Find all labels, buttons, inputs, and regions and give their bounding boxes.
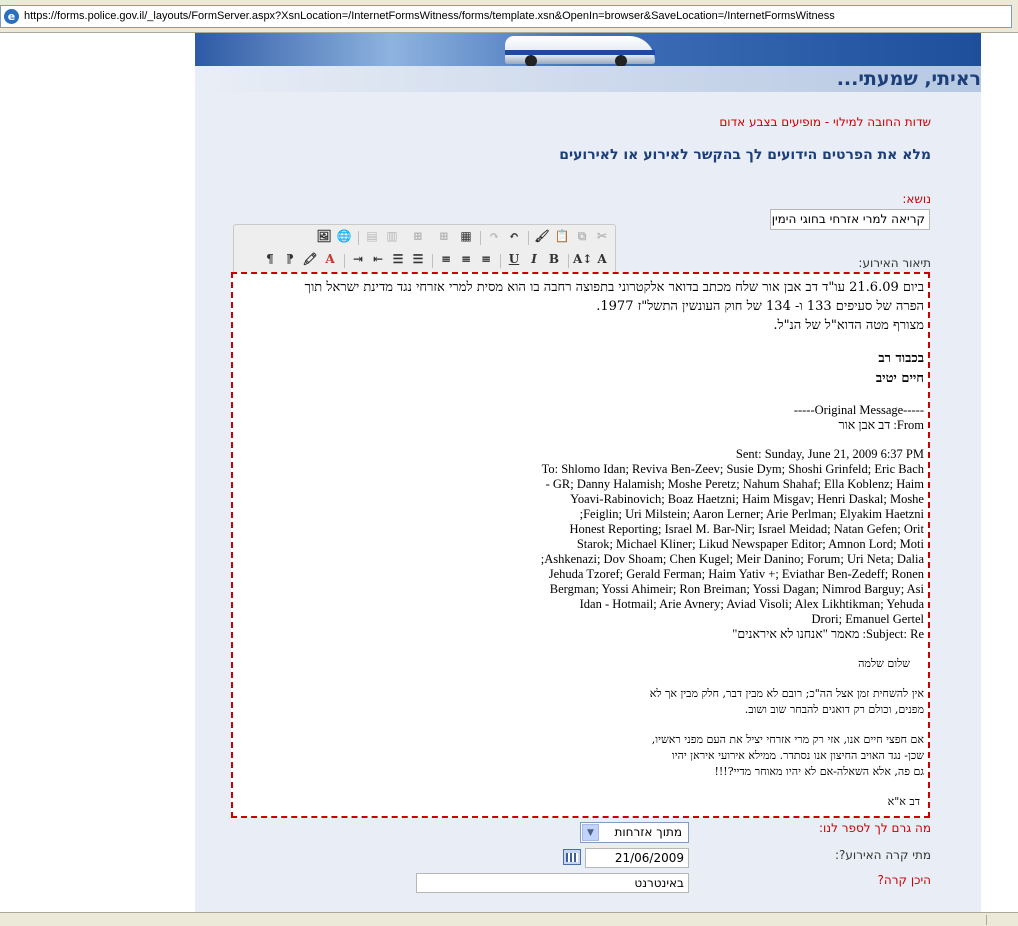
to-line: Bergman; Yossi Ahimeir; Ron Breiman; Yos… <box>549 582 924 596</box>
redo-icon[interactable]: ↷ <box>485 227 503 245</box>
date-input[interactable]: 21/06/2009 <box>585 848 689 868</box>
editor-paragraph: מצורף מטה הדוא"ל של הנ"ל. <box>773 318 924 333</box>
url-text[interactable]: https://forms.police.gov.il/_layouts/For… <box>24 10 835 22</box>
to-line: To: Shlomo Idan; Reviva Ben-Zeev; Susie … <box>541 462 924 476</box>
closing-line: דב א"א <box>887 795 920 808</box>
align-center-icon[interactable]: ≡ <box>457 250 475 268</box>
insert-picture-icon[interactable]: 🖼 <box>315 227 333 245</box>
align-right-icon[interactable]: ≡ <box>437 250 455 268</box>
form-page: ראיתי, שמעתי... שדות החובה למילוי - מופי… <box>195 33 981 913</box>
cut-icon[interactable]: ✂ <box>593 227 611 245</box>
reason-select[interactable]: מתוך אזרחות ▼ <box>580 822 689 843</box>
subject-line: Subject: Re: מאמר "אנחנו לא איראנים" <box>732 627 924 641</box>
car-wheel-icon <box>615 55 627 66</box>
status-bar <box>0 912 1018 926</box>
resize-grip[interactable] <box>986 915 1016 925</box>
font-size-icon[interactable]: A <box>593 250 611 268</box>
ie-page-icon: e <box>4 9 19 24</box>
font-color-icon[interactable]: A <box>321 250 339 268</box>
to-line: Jehuda Tzoref; Gerald Ferman; Haim Yativ… <box>548 567 924 581</box>
reason-value: מתוך אזרחות <box>614 825 682 839</box>
numbered-list-icon[interactable]: ☰ <box>409 250 427 268</box>
format-painter-icon[interactable]: 🖌 <box>533 227 551 245</box>
insert-row-icon[interactable]: ⊞ <box>435 227 453 245</box>
to-line: GR; Danny Halamish; Moshe Peretz; Nahum … <box>545 477 924 491</box>
when-label: מתי קרה האירוע?: <box>835 848 931 862</box>
editor-paragraph: הפרה של סעיפים 133 ו- 134 של חוק העונשין… <box>596 299 924 314</box>
toolbar-separator <box>568 254 569 268</box>
chevron-down-icon[interactable]: ▼ <box>582 824 599 841</box>
toolbar-separator <box>358 231 359 245</box>
to-line: Starok; Michael Kliner; Likud Newspaper … <box>576 537 924 551</box>
toolbar-separator <box>528 231 529 245</box>
original-message-header: -----Original Message----- <box>793 403 924 417</box>
where-label: היכן קרה? <box>877 873 931 887</box>
from-line: From: דב אבן אור <box>838 418 924 432</box>
body-line: מפנים, וכולם רק דואגים להבחר שוב ושוב. <box>744 703 924 716</box>
reason-label: מה גרם לך לספר לנו: <box>818 821 931 835</box>
sent-line: Sent: Sunday, June 21, 2009 6:37 PM <box>735 447 924 461</box>
decrease-indent-icon[interactable]: ⇤ <box>369 250 387 268</box>
required-fields-note: שדות החובה למילוי - מופיעים בצבע אדום <box>719 115 931 129</box>
toolbar-separator <box>344 254 345 268</box>
undo-icon[interactable]: ↶ <box>505 227 523 245</box>
copy-icon[interactable]: ⧉ <box>573 227 591 245</box>
insert-table-icon[interactable]: ▦ <box>457 227 475 245</box>
editor-content: ביום 21.6.09 עו"ד דב אבן אור שלח מכתב בד… <box>236 278 924 810</box>
hyperlink-icon[interactable]: 🌐 <box>335 227 353 245</box>
description-label: תיאור האירוע: <box>858 256 931 270</box>
subject-input[interactable]: קריאה למרי אזרחי בחוגי הימין <box>770 209 930 230</box>
toolbar-separator <box>500 254 501 268</box>
grow-font-icon[interactable]: A↕ <box>573 250 592 268</box>
where-input[interactable]: באינטרנט <box>416 873 689 893</box>
paste-icon[interactable]: 📋 <box>553 227 571 245</box>
table-properties-icon[interactable]: ▥ <box>383 227 401 245</box>
editor-toolbar: ✂ ⧉ 📋 🖌 ↶ ↷ ▦ ⊞ ⊞ ▥ ▤ 🌐 🖼 A A↕ B I U ≡ ≡… <box>233 224 616 274</box>
ltr-direction-icon[interactable]: ⁋ <box>281 250 299 268</box>
to-line: Feiglin; Uri Milstein; Aaron Lerner; Ari… <box>579 507 924 521</box>
highlight-icon[interactable]: 🖍 <box>301 250 319 268</box>
to-line: Drori; Emanuel Gertel <box>811 612 924 626</box>
page-title: ראיתי, שמעתי... <box>836 68 981 90</box>
increase-indent-icon[interactable]: ⇥ <box>349 250 367 268</box>
calendar-icon[interactable] <box>563 849 581 865</box>
url-field[interactable]: e https://forms.police.gov.il/_layouts/F… <box>0 5 1012 28</box>
bulleted-list-icon[interactable]: ☰ <box>389 250 407 268</box>
toolbar-separator <box>432 254 433 268</box>
body-line: שכן- נגד האויב החיצון אנו נסתדר. ממילא א… <box>671 749 924 762</box>
bold-icon[interactable]: B <box>545 250 563 268</box>
title-bar: ראיתי, שמעתי... <box>195 66 981 92</box>
description-editor[interactable]: ביום 21.6.09 עו"ד דב אבן אור שלח מכתב בד… <box>231 272 930 818</box>
to-line: Idan - Hotmail; Arie Avnery; Aviad Visol… <box>579 597 924 611</box>
body-line: אין להשחית זמן אצל הה"כ; רובם לא מבין דב… <box>649 687 924 700</box>
insert-column-icon[interactable]: ⊞ <box>409 227 427 245</box>
signature-line: בכבוד רב <box>878 351 924 366</box>
address-bar: e https://forms.police.gov.il/_layouts/F… <box>0 0 1018 33</box>
underline-icon[interactable]: U <box>505 250 523 268</box>
signature-name: חיים יטיב <box>875 371 924 386</box>
car-wheel-icon <box>525 55 537 66</box>
rtl-direction-icon[interactable]: ¶ <box>261 250 279 268</box>
to-line: Yoavi-Rabinovich; Boaz Haetzni; Haim Mis… <box>570 492 924 506</box>
form-instruction: מלא את הפרטים הידועים לך בהקשר לאירוע או… <box>559 147 931 163</box>
greeting-line: שלום שלמה <box>858 657 910 670</box>
body-line: אם חפצי חיים אנו, אזי רק מרי אזרחי יציל … <box>651 733 924 746</box>
align-left-icon[interactable]: ≡ <box>477 250 495 268</box>
editor-paragraph: ביום 21.6.09 עו"ד דב אבן אור שלח מכתב בד… <box>304 280 924 295</box>
toolbar-separator <box>480 231 481 245</box>
merge-cells-icon[interactable]: ▤ <box>363 227 381 245</box>
subject-label: נושא: <box>902 192 931 206</box>
italic-icon[interactable]: I <box>525 250 543 268</box>
to-line: Honest Reporting; Israel M. Bar-Nir; Isr… <box>569 522 924 536</box>
to-line: Ashkenazi; Dov Shoam; Chen Kugel; Meir D… <box>540 552 924 566</box>
body-line: גם פה, אלא השאלה-אם לא יהיו מאוחר מדיי?!… <box>714 765 924 778</box>
police-banner <box>195 33 981 66</box>
